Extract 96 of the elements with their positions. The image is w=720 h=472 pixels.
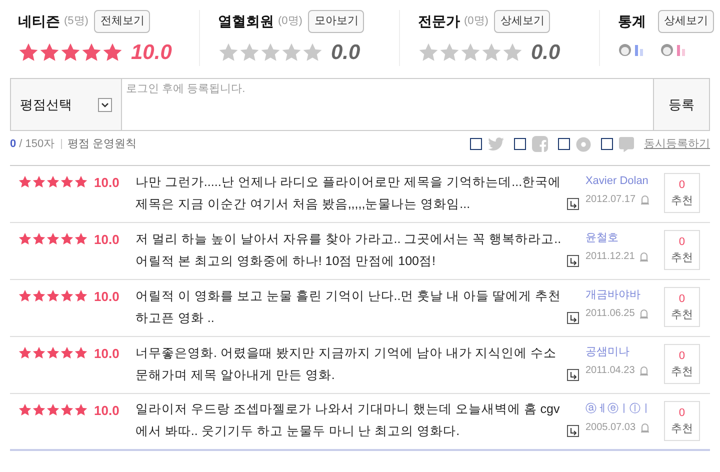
star-icon [239, 42, 260, 63]
recommend-button[interactable]: 0 추천 [664, 401, 700, 441]
rules-link[interactable]: 평점 운영원칙 [68, 136, 137, 152]
expand-icon[interactable] [567, 255, 580, 267]
male-stats-icon [618, 42, 646, 56]
comment-field[interactable]: 로그인 후에 등록됩니다. [122, 78, 653, 131]
share-checkbox[interactable] [601, 138, 613, 150]
char-count: 0 [10, 136, 16, 152]
review-score: 10.0 [94, 232, 120, 248]
star-icon [46, 403, 60, 417]
score: 0.0 [531, 40, 560, 66]
female-stats-icon [660, 42, 688, 56]
rating-select[interactable]: 평점선택 [10, 78, 122, 131]
review-text: 일라이저 우드랑 조셉마젤로가 나와서 기대마니 했는데 오늘새벽에 홈 cgv에서 봐따.. 웃기기두 하고 눈물두 마니 난 최고의 영화다. [135, 401, 561, 440]
group-title: 열혈회원 [218, 12, 274, 31]
star-icon [18, 232, 32, 246]
view-button[interactable]: 전체보기 [94, 10, 150, 32]
star-icon [18, 175, 32, 189]
review-score: 10.0 [94, 175, 120, 191]
review-text: 너무좋은영화. 어렸을때 봤지만 지금까지 기억에 남아 내가 지식인에 수소문해가며 제목 알아내게 만든 영화. [135, 345, 558, 384]
member-count: (0명) [464, 14, 488, 29]
star-icon [18, 403, 32, 417]
recommend-button[interactable]: 0 추천 [664, 230, 700, 270]
review-date: 2011.04.23 [585, 364, 635, 378]
star-icon [46, 175, 60, 189]
review-date: 2012.07.17 [585, 193, 636, 207]
star-icon [32, 289, 46, 303]
group-title: 통계 [618, 12, 646, 31]
expand-icon[interactable] [567, 425, 580, 437]
view-button[interactable]: 상세보기 [658, 10, 714, 32]
view-button[interactable]: 상세보기 [494, 10, 550, 32]
star-icon [74, 289, 88, 303]
recommend-button[interactable]: 0 추천 [664, 344, 700, 384]
star-icon [32, 175, 46, 189]
score: 0.0 [331, 40, 360, 66]
recommend-button[interactable]: 0 추천 [664, 173, 700, 213]
review-score: 10.0 [94, 403, 120, 419]
group-title: 전문가 [418, 12, 460, 31]
review-date: 2011.06.25 [585, 307, 635, 321]
group-title: 네티즌 [18, 12, 60, 31]
star-icon [102, 42, 123, 63]
star-icon [81, 42, 102, 63]
star-icon [502, 42, 523, 63]
star-icon [302, 42, 323, 63]
star-icon [74, 175, 88, 189]
star-icon [74, 403, 88, 417]
share-link[interactable]: 동시등록하기 [644, 136, 710, 152]
star-icon [418, 42, 439, 63]
share-checkbox[interactable] [470, 138, 482, 150]
facebook-icon [532, 136, 548, 152]
member-count: (5명) [64, 14, 88, 29]
expand-icon[interactable] [567, 198, 580, 210]
star-icon [260, 42, 281, 63]
share-checkbox[interactable] [514, 138, 526, 150]
recommend-button[interactable]: 0 추천 [664, 287, 700, 327]
review-date: 2005.07.03 [585, 421, 636, 435]
star-icon [18, 289, 32, 303]
dropdown-icon [98, 98, 112, 112]
star-icon [60, 232, 74, 246]
member-count: (0명) [278, 14, 302, 29]
star-icon [46, 232, 60, 246]
star-icon [39, 42, 60, 63]
review-text: 저 멀리 하늘 높이 날아서 자유를 찾아 가라고.. 그곳에서는 꼭 행복하라고.. 어릴적 본 최고의 영화중에 하나! 10점 만점에 100점! [135, 231, 562, 270]
submit-button[interactable]: 등록 [653, 78, 710, 131]
star-icon [218, 42, 239, 63]
review-date: 2011.12.21 [585, 250, 635, 264]
char-limit: / 150자 [19, 136, 55, 152]
star-icon [439, 42, 460, 63]
star-icon [46, 346, 60, 360]
chat-icon [619, 136, 634, 152]
score: 10.0 [131, 40, 172, 66]
star-icon [60, 403, 74, 417]
star-icon [60, 346, 74, 360]
bird-icon [488, 136, 504, 152]
review-text: 나만 그런가.....난 언제나 라디오 플라이어로만 제목을 기억하는데...한국에 제목은 지금 이순간 여기서 처음 봤음,,,,,눈물나는 영화임... [135, 174, 562, 213]
star-icon [281, 42, 302, 63]
review-score: 10.0 [94, 289, 120, 305]
star-icon [32, 346, 46, 360]
view-button[interactable]: 모아보기 [308, 10, 364, 32]
expand-icon[interactable] [567, 312, 580, 324]
star-icon [18, 346, 32, 360]
review-score: 10.0 [94, 346, 120, 362]
star-icon [46, 289, 60, 303]
star-icon [481, 42, 502, 63]
star-icon [32, 232, 46, 246]
expand-icon[interactable] [567, 369, 580, 381]
star-icon [18, 42, 39, 63]
share-checkbox[interactable] [558, 138, 570, 150]
review-text: 어릴적 이 영화를 보고 눈물 흘린 기억이 난다..먼 훗날 내 아들 딸에게 추천하고픈 영화 .. [135, 288, 562, 327]
star-icon [32, 403, 46, 417]
star-icon [60, 42, 81, 63]
star-icon [460, 42, 481, 63]
star-icon [74, 232, 88, 246]
star-icon [60, 175, 74, 189]
star-icon [74, 346, 88, 360]
star-icon [60, 289, 74, 303]
